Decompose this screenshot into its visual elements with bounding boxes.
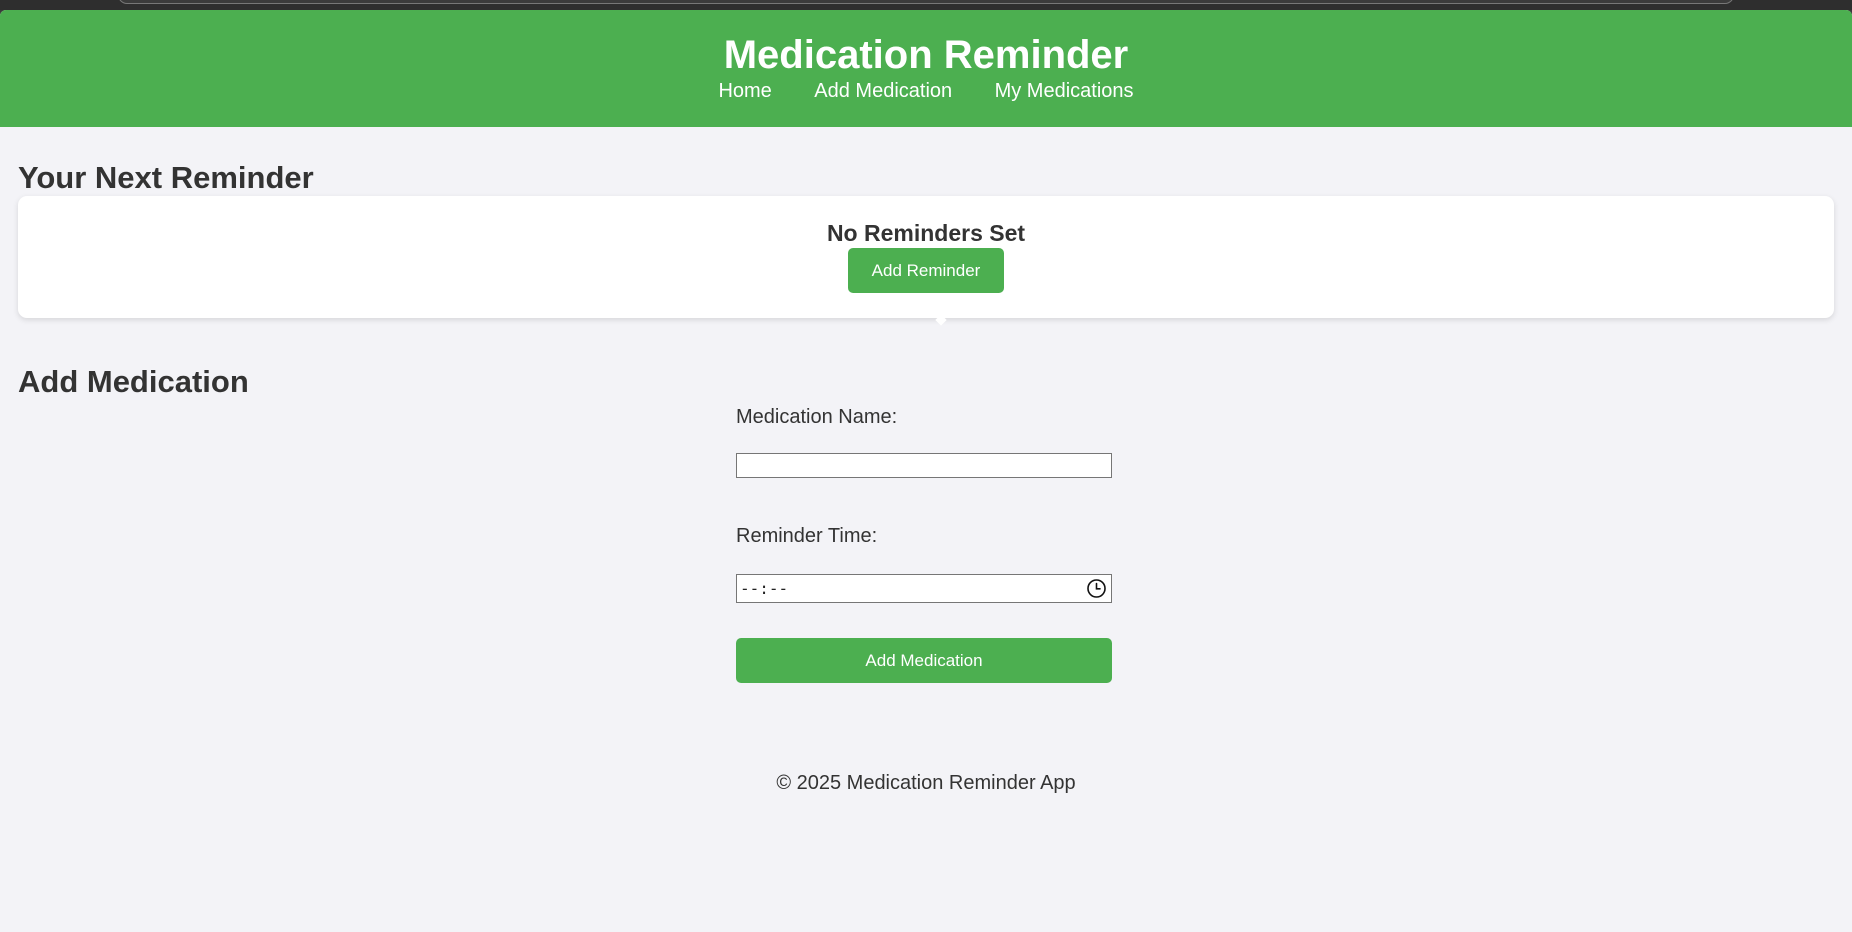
nav-link-my-medications[interactable]: My Medications [995, 78, 1134, 104]
reminder-time-value: --:-- [740, 579, 789, 598]
page-viewport: Medication Reminder Home Add Medication … [0, 10, 1852, 932]
add-medication-button[interactable]: Add Medication [736, 638, 1112, 683]
address-bar-edge [118, 0, 1734, 4]
next-reminder-heading: Your Next Reminder [18, 160, 314, 195]
nav-link-add-medication[interactable]: Add Medication [814, 78, 952, 104]
site-footer: © 2025 Medication Reminder App [0, 772, 1852, 795]
page-title: Medication Reminder [723, 33, 1129, 77]
medication-name-input[interactable] [736, 453, 1112, 478]
next-reminder-card: No Reminders Set Add Reminder [18, 196, 1834, 326]
add-medication-form: Medication Name: Reminder Time: --:-- Ad… [736, 404, 1112, 683]
card-notch [935, 314, 947, 326]
main-nav: Home Add Medication My Medications [0, 78, 1852, 104]
clock-icon[interactable] [1086, 578, 1107, 599]
reminder-time-input[interactable]: --:-- [736, 574, 1112, 603]
site-header: Medication Reminder Home Add Medication … [0, 10, 1852, 127]
add-reminder-button[interactable]: Add Reminder [848, 248, 1004, 293]
nav-link-home[interactable]: Home [718, 78, 771, 104]
add-medication-heading: Add Medication [18, 364, 249, 399]
reminder-time-label: Reminder Time: [736, 525, 878, 547]
browser-top-strip [0, 0, 1852, 10]
footer-copyright: © 2025 Medication Reminder App [776, 772, 1076, 794]
medication-name-label: Medication Name: [736, 406, 898, 428]
reminder-status: No Reminders Set [826, 220, 1026, 246]
